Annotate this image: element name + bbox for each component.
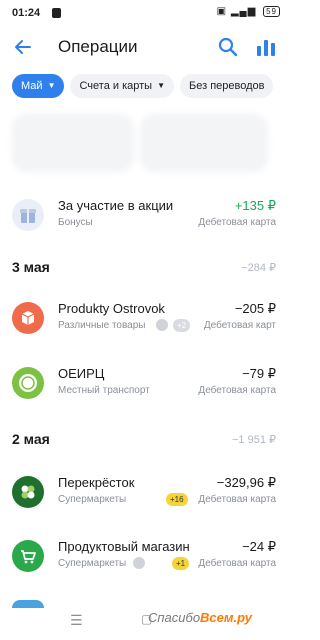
watermark-text: Спасибо <box>148 610 201 625</box>
gift-icon <box>12 199 44 231</box>
operation-account: Дебетовая карта <box>198 217 276 228</box>
operation-amount: +135 ₽ <box>234 198 276 213</box>
operation-row-produkty[interactable]: Produkty Ostrovok Различные товары +2 −2… <box>0 297 288 341</box>
operation-account: Дебетовая карт <box>203 320 276 331</box>
chevron-down-icon: ▼ <box>47 81 56 90</box>
day-header: 2 мая −1 951 ₽ <box>12 431 276 451</box>
chip-no-transfers-label: Без переводов <box>189 80 265 92</box>
summary-card-blurred <box>12 114 134 172</box>
shopping-cart-icon <box>12 540 44 572</box>
store-box-icon <box>12 302 44 334</box>
app-bar: Операции <box>0 30 288 66</box>
operation-account: Дебетовая карта <box>198 385 276 396</box>
operation-account: Дебетовая карта <box>198 494 276 505</box>
transport-logo-icon <box>12 367 44 399</box>
recent-apps-icon[interactable]: ☰ <box>70 612 83 629</box>
operation-category: Различные товары <box>58 320 146 331</box>
cashback-icon <box>156 319 168 331</box>
day-header: 3 мая −284 ₽ <box>12 259 276 279</box>
system-icons: ▣ ▂▄▆ 59 <box>217 6 280 17</box>
status-bar: 01:24 ▣ ▂▄▆ 59 <box>0 0 288 26</box>
operation-row-promo[interactable]: За участие в акции Бонусы +135 ₽ Дебетов… <box>0 194 288 238</box>
chip-accounts[interactable]: Счета и карты ▼ <box>70 74 174 98</box>
watermark: СпасибоВсем.ру <box>148 610 252 625</box>
chip-month[interactable]: Май ▼ <box>12 74 65 98</box>
operation-amount: −79 ₽ <box>242 366 276 381</box>
operation-row-perekrestok[interactable]: Перекрёсток Супермаркеты +16 −329,96 ₽ Д… <box>0 471 288 515</box>
chip-accounts-label: Счета и карты <box>79 80 153 92</box>
back-arrow-icon[interactable] <box>10 34 36 60</box>
chevron-down-icon: ▼ <box>157 81 165 90</box>
search-icon[interactable] <box>216 35 240 59</box>
bonus-badge: +2 <box>173 319 191 332</box>
cashback-icon <box>133 557 145 569</box>
operation-row-oeirc[interactable]: ОЕИРЦ Местный транспорт −79 ₽ Дебетовая … <box>0 362 288 406</box>
nfc-icon: ▣ <box>216 6 228 17</box>
chip-no-transfers[interactable]: Без переводов <box>180 74 274 98</box>
operation-name: Продуктовый магазин <box>58 539 190 554</box>
operation-amount: −329,96 ₽ <box>216 475 276 490</box>
day-sum: −284 ₽ <box>241 262 276 274</box>
operation-name: За участие в акции <box>58 198 174 213</box>
operation-name: ОЕИРЦ <box>58 366 105 381</box>
analytics-chart-icon[interactable] <box>254 35 278 59</box>
operation-amount: −205 ₽ <box>234 301 276 316</box>
chip-month-label: Май <box>21 80 43 92</box>
bonus-badge: +1 <box>172 557 190 570</box>
operation-name: Перекрёсток <box>58 475 135 490</box>
operation-category: Местный транспорт <box>58 385 150 396</box>
day-date: 2 мая <box>12 431 50 447</box>
day-sum: −1 951 ₽ <box>231 434 276 446</box>
battery-level: 59 <box>263 6 280 17</box>
bonus-badge: +16 <box>166 493 188 506</box>
perekrestok-logo-icon <box>12 476 44 508</box>
operation-amount: −24 ₽ <box>242 539 276 554</box>
operation-row-magazin[interactable]: Продуктовый магазин Супермаркеты +1 −24 … <box>0 535 288 579</box>
operation-category: Бонусы <box>58 217 93 228</box>
filter-chips: Май ▼ Счета и карты ▼ Без переводов <box>12 74 279 98</box>
operation-category: Супермаркеты <box>58 558 127 569</box>
operation-account: Дебетовая карта <box>198 558 276 569</box>
day-date: 3 мая <box>12 259 50 275</box>
operation-category: Супермаркеты <box>58 494 127 505</box>
summary-card-blurred <box>140 114 268 172</box>
operation-name: Produkty Ostrovok <box>58 301 165 316</box>
watermark-brand: Всем.ру <box>200 610 252 625</box>
notification-icon <box>52 8 61 18</box>
status-time: 01:24 <box>12 7 41 19</box>
signal-icon: ▂▄▆ <box>230 6 257 17</box>
page-title: Операции <box>58 37 138 56</box>
